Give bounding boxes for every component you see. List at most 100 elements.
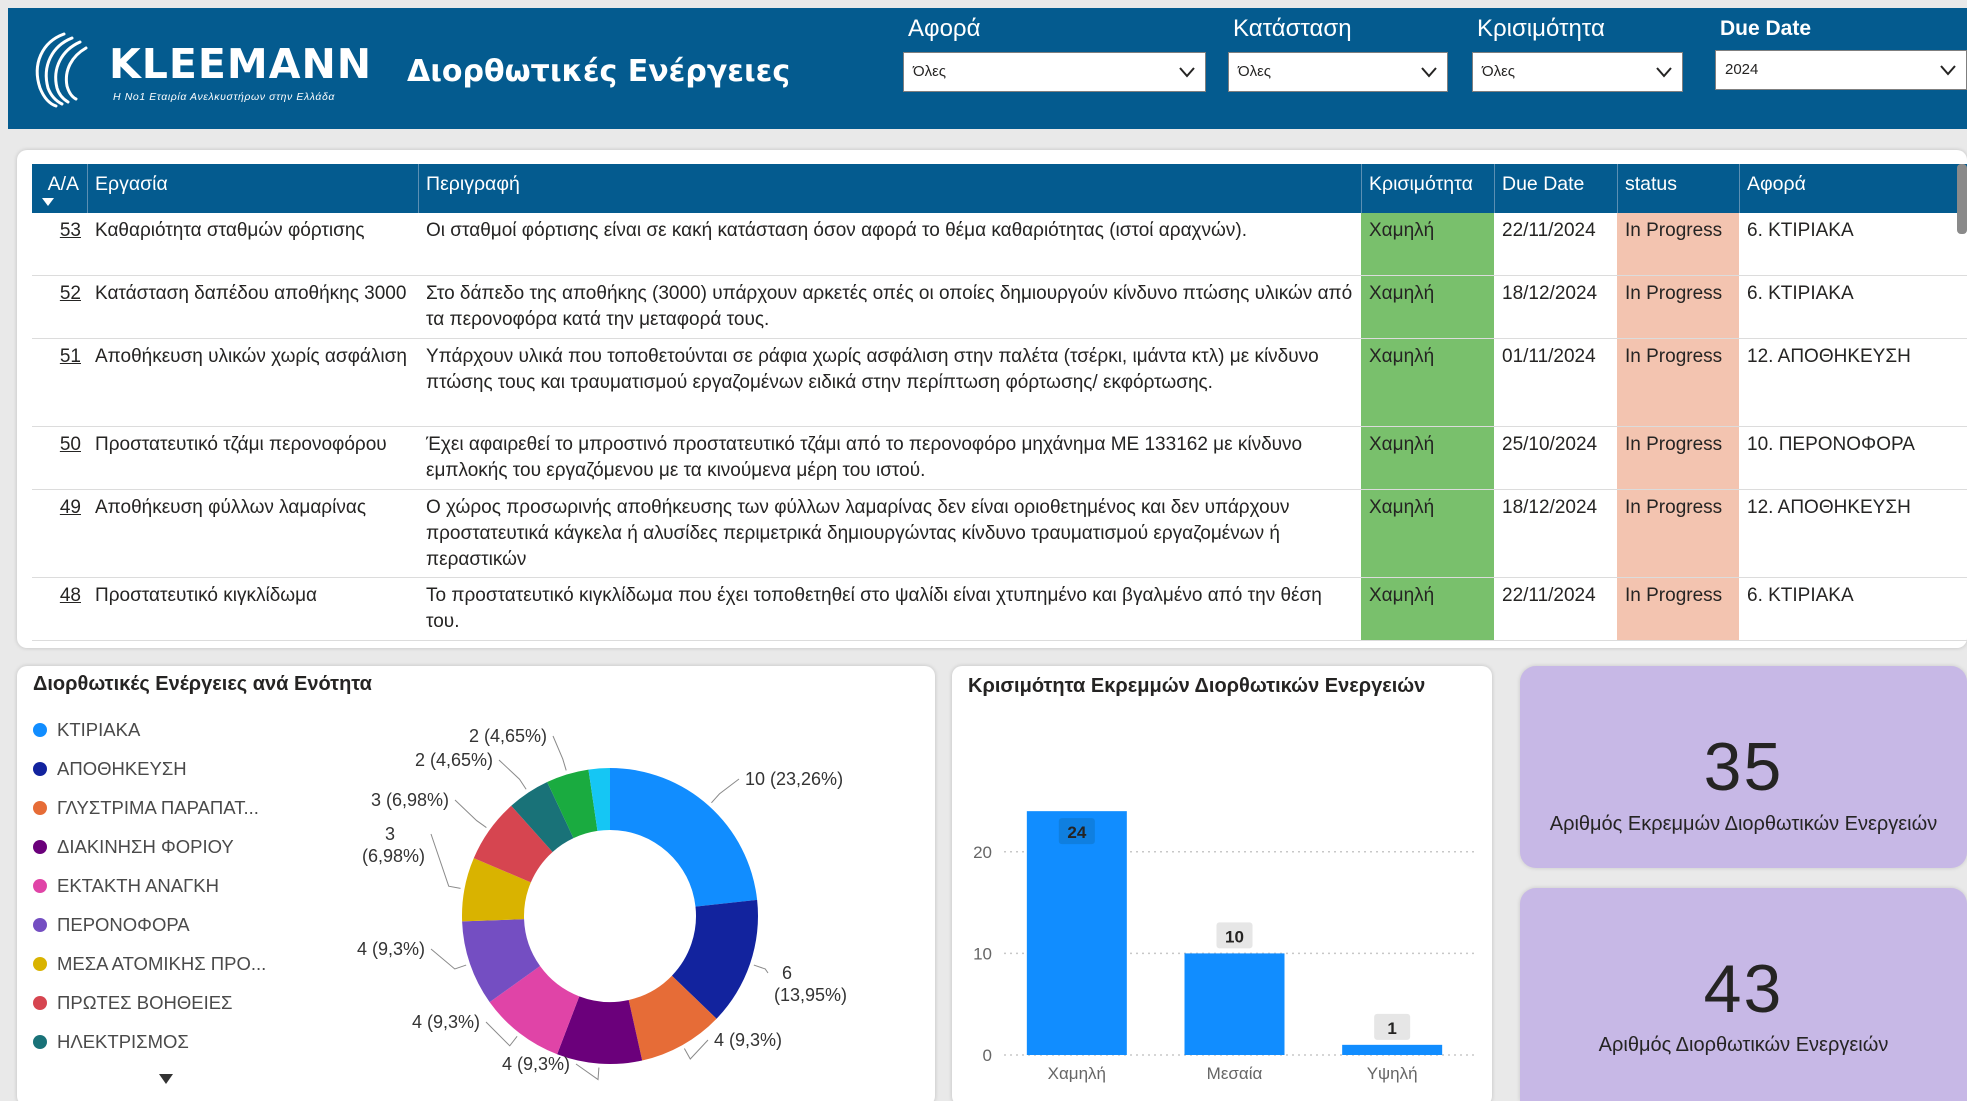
about-cell: 6. ΚΤΙΡΙΑΚΑ [1747, 220, 1854, 241]
description-cell: Οι σταθμοί φόρτισης είναι σε κακή κατάστ… [426, 220, 1247, 241]
description-cell: Το προστατευτικό κιγκλίδωμα που έχει τοπ… [426, 585, 1322, 632]
donut-data-label: 10 (23,26%) [745, 769, 843, 789]
filter-krisimotita-value: Όλες [1482, 63, 1516, 80]
bar[interactable] [1342, 1044, 1443, 1055]
table-row[interactable]: 48 Προστατευτικό κιγκλίδωμα Το προστατευ… [32, 578, 1967, 641]
row-number-link[interactable]: 53 [32, 213, 87, 275]
legend-color-dot [33, 918, 47, 932]
about-cell: 12. ΑΠΟΘΗΚΕΥΣΗ [1747, 346, 1911, 367]
donut-leader-line [753, 964, 769, 974]
table-row[interactable]: 49 Αποθήκευση φύλλων λαμαρίνας Ο χώρος π… [32, 490, 1967, 578]
column-header-about[interactable]: Αφορά [1739, 164, 1967, 213]
chevron-down-icon [1656, 67, 1672, 78]
row-number-link[interactable]: 48 [32, 578, 87, 640]
donut-data-label: 3 (6,98%) [362, 824, 425, 866]
donut-leader-line [454, 799, 487, 828]
table-row[interactable]: 53 Καθαριότητα σταθμών φόρτισης Οι σταθμ… [32, 213, 1967, 276]
legend-label: ΓΛΥΣΤΡΙΜΑ ΠΑΡΑΠΑΤ... [57, 797, 259, 818]
column-header-aa-label: A/A [47, 173, 79, 195]
table-scrollbar[interactable] [1957, 164, 1967, 234]
column-header-due-date[interactable]: Due Date [1494, 164, 1617, 213]
due-date-cell: 18/12/2024 [1502, 283, 1598, 304]
column-header-criticality[interactable]: Κρισιμότητα [1361, 164, 1494, 213]
about-cell: 12. ΑΠΟΘΗΚΕΥΣΗ [1747, 497, 1911, 518]
table-row[interactable]: 51 Αποθήκευση υλικών χωρίς ασφάλιση Υπάρ… [32, 339, 1967, 427]
donut-data-label: 2 (4,65%) [469, 726, 547, 746]
kpi-pending-label: Αριθμός Εκρεμμών Διορθωτικών Ενεργειών [1549, 813, 1938, 835]
description-cell: Έχει αφαιρεθεί το μπροστινό προστατευτικ… [426, 434, 1303, 481]
bar-data-label: 1 [1387, 1019, 1396, 1038]
filter-krisimotita-label: Κρισιμότητα [1477, 15, 1605, 42]
legend-color-dot [33, 996, 47, 1010]
filter-due-date-dropdown[interactable]: 2024 [1715, 50, 1967, 90]
donut-data-label: 3 (6,98%) [371, 790, 449, 810]
bar[interactable] [1184, 953, 1285, 1055]
kpi-total-value: 43 [1703, 951, 1784, 1027]
row-number-link[interactable]: 51 [32, 339, 87, 426]
donut-data-label: 4 (9,3%) [412, 1012, 480, 1032]
donut-leader-line [430, 833, 461, 889]
donut-leader-line [430, 948, 467, 970]
status-cell: In Progress [1617, 339, 1739, 426]
legend-color-dot [33, 879, 47, 893]
column-header-task[interactable]: Εργασία [87, 164, 418, 213]
legend-label: ΠΕΡΟΝΟΦΟΡΑ [57, 914, 190, 935]
row-number-link[interactable]: 50 [32, 427, 87, 489]
criticality-cell: Χαμηλή [1361, 339, 1494, 426]
donut-data-label: 6 (13,95%) [774, 963, 847, 1005]
legend-label: ΔΙΑΚΙΝΗΣΗ ΦΟΡΙΟΥ [57, 836, 234, 857]
legend-scroll-down-icon[interactable] [159, 1074, 173, 1084]
due-date-cell: 22/11/2024 [1502, 585, 1596, 606]
filter-afora-value: Όλες [913, 63, 947, 80]
column-header-status[interactable]: status [1617, 164, 1739, 213]
donut-slice[interactable] [610, 768, 758, 907]
task-cell: Αποθήκευση υλικών χωρίς ασφάλιση [95, 346, 407, 367]
kleemann-logo-mark [35, 32, 88, 108]
kpi-card-pending: 35 Αριθμός Εκρεμμών Διορθωτικών Ενεργειώ… [1520, 666, 1967, 868]
filter-due-date-label: Due Date [1720, 17, 1812, 40]
sort-descending-icon [42, 198, 54, 206]
donut-leader-line [552, 735, 567, 771]
row-number-link[interactable]: 49 [32, 490, 87, 577]
status-cell: In Progress [1617, 213, 1739, 275]
task-cell: Κατάσταση δαπέδου αποθήκης 3000 [95, 283, 407, 304]
donut-data-label: 4 (9,3%) [502, 1054, 570, 1074]
task-cell: Καθαριότητα σταθμών φόρτισης [95, 220, 365, 241]
description-cell: Στο δάπεδο της αποθήκης (3000) υπάρχουν … [426, 283, 1353, 330]
y-tick-label: 20 [973, 843, 992, 862]
donut-chart-card: 10 (23,26%) 6 (13,95%) 4 (9,3%) 4 (9,3%) 4 (9… [17, 666, 935, 1101]
chevron-down-icon [1179, 67, 1195, 78]
bar-data-label: 10 [1225, 927, 1244, 946]
column-header-description[interactable]: Περιγραφή [418, 164, 1361, 213]
page-title: Διορθωτικές Ενέργειες [407, 54, 791, 89]
legend-color-dot [33, 762, 47, 776]
legend-label: ΗΛΕΚΤΡΙΣΜΟΣ [57, 1031, 189, 1052]
filter-due-date-value: 2024 [1725, 61, 1759, 78]
column-header-due-date-label: Due Date [1502, 173, 1585, 195]
row-number-link[interactable]: 52 [32, 276, 87, 338]
task-cell: Αποθήκευση φύλλων λαμαρίνας [95, 497, 366, 518]
legend-color-dot [33, 801, 47, 815]
filter-afora-dropdown[interactable]: Όλες [903, 52, 1206, 92]
criticality-cell: Χαμηλή [1361, 578, 1494, 640]
legend-color-dot [33, 840, 47, 854]
filter-katastasi-value: Όλες [1238, 63, 1272, 80]
x-category-label: Χαμηλή [1048, 1064, 1106, 1083]
table-row[interactable]: 50 Προστατευτικό τζάμι περονοφόρου Έχει … [32, 427, 1967, 490]
filter-krisimotita-dropdown[interactable]: Όλες [1472, 52, 1683, 92]
filter-katastasi-dropdown[interactable]: Όλες [1228, 52, 1448, 92]
description-cell: Ο χώρος προσωρινής αποθήκευσης των φύλλω… [426, 497, 1290, 570]
bar[interactable] [1026, 811, 1127, 1055]
bar-chart-card: 0 10 20 24 Χαμηλή 10 Μεσαία 1 Υψηλή Κρισιμότητα … [952, 666, 1492, 1101]
status-cell: In Progress [1617, 578, 1739, 640]
x-category-label: Υψηλή [1367, 1064, 1418, 1083]
criticality-cell: Χαμηλή [1361, 276, 1494, 338]
brand-tagline: Η No1 Εταιρία Ανελκυστήρων στην Ελλάδα [113, 91, 336, 103]
about-cell: 6. ΚΤΙΡΙΑΚΑ [1747, 585, 1854, 606]
table-row[interactable]: 52 Κατάσταση δαπέδου αποθήκης 3000 Στο δ… [32, 276, 1967, 339]
legend-label: ΠΡΩΤΕΣ ΒΟΗΘΕΙΕΣ [57, 992, 233, 1013]
x-category-label: Μεσαία [1207, 1064, 1263, 1083]
column-header-description-label: Περιγραφή [426, 173, 520, 195]
task-cell: Προστατευτικό κιγκλίδωμα [95, 585, 318, 606]
column-header-aa[interactable]: A/A [32, 164, 87, 213]
